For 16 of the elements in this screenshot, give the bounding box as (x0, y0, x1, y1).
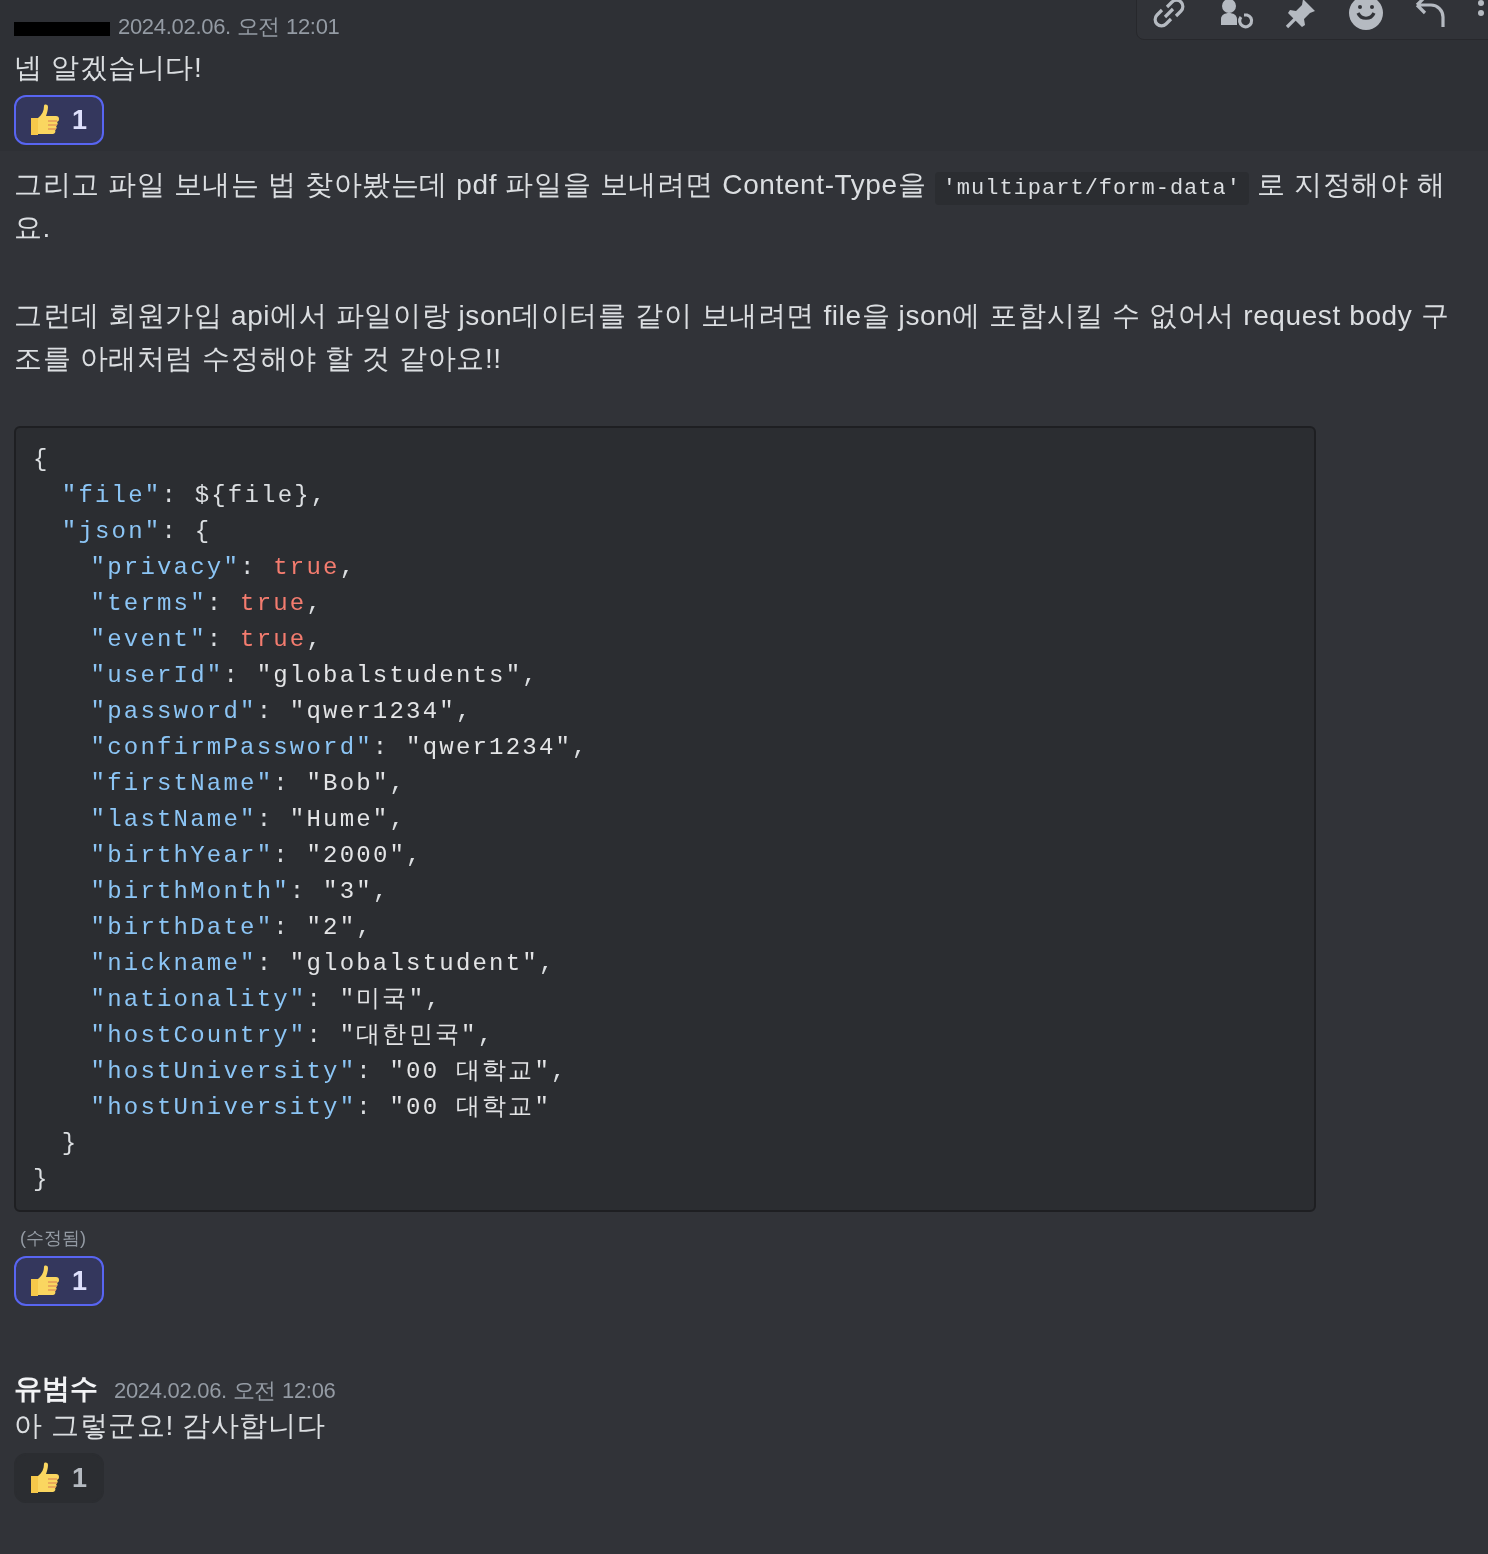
reaction-button[interactable]: 1 (14, 95, 104, 145)
message-text: 그런데 회원가입 api에서 파일이랑 json데이터를 같이 보내려면 file을 json에 포함시킬 수 없어서 request body 구조를 아래처럼 수정해야 할 것 같아요!! (14, 299, 1451, 376)
thumbs-up-icon (28, 1264, 60, 1298)
reaction-button[interactable]: 1 (14, 1256, 104, 1306)
emoji-icon[interactable] (1347, 0, 1385, 31)
reaction-button[interactable]: 1 (14, 1453, 104, 1503)
message-text: 그리고 파일 보내는 법 찾아봤는데 pdf 파일을 보내려면 Content-Type을 'multipart/form-data' 로 지정해야 해요. (14, 168, 1447, 245)
message-text: 넵 알겠습니다! (14, 51, 204, 85)
code-block: { "file": ${file}, "json": { "privacy": true, "terms": true, "event": true, "userId": "globalstudents", "password": "qwer1234", "confirmPassword": "qwer1234", "firstName": "Bob", "lastName": "Hume", "birthYear": "2000", "birthMonth": "3", "birthDate": "2", "nickname": "globalstudent", "nationality": "미국", "hostCountry": "대한민국", "hostUniversity": "00 대학교", "hostUniversity": "00 대학교" } } (14, 426, 1316, 1212)
message-text: 아 그렇군요! 감사합니다 (14, 1409, 327, 1443)
edited-label: (수정됨) (20, 1227, 86, 1250)
timestamp: 2024.02.06. 오전 12:01 (118, 13, 340, 41)
username[interactable]: 유범수 (14, 1370, 98, 1408)
thumbs-up-icon (28, 1461, 60, 1495)
timestamp: 2024.02.06. 오전 12:06 (114, 1377, 336, 1405)
thumbs-up-icon (28, 103, 60, 137)
